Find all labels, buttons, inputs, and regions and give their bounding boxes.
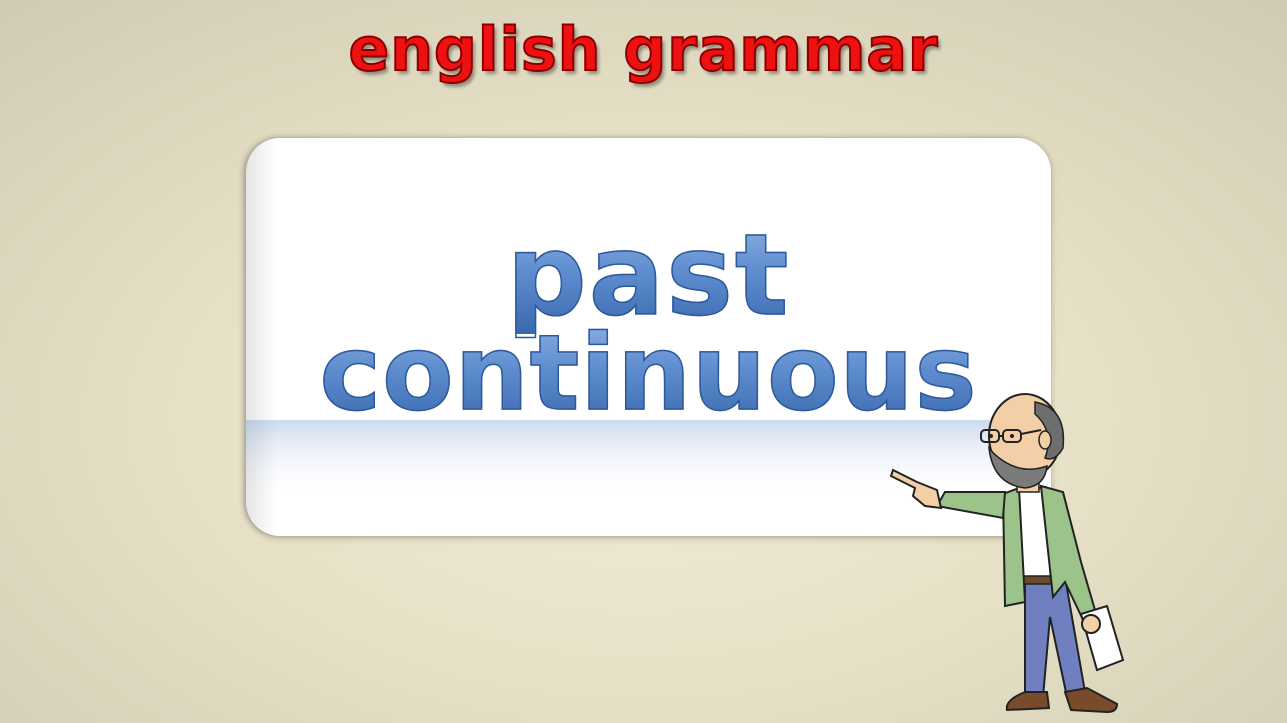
slide-heading: english grammar <box>348 14 939 86</box>
teacher-pointing-icon <box>889 393 1125 714</box>
slide: english grammar past continuous <box>0 0 1287 723</box>
